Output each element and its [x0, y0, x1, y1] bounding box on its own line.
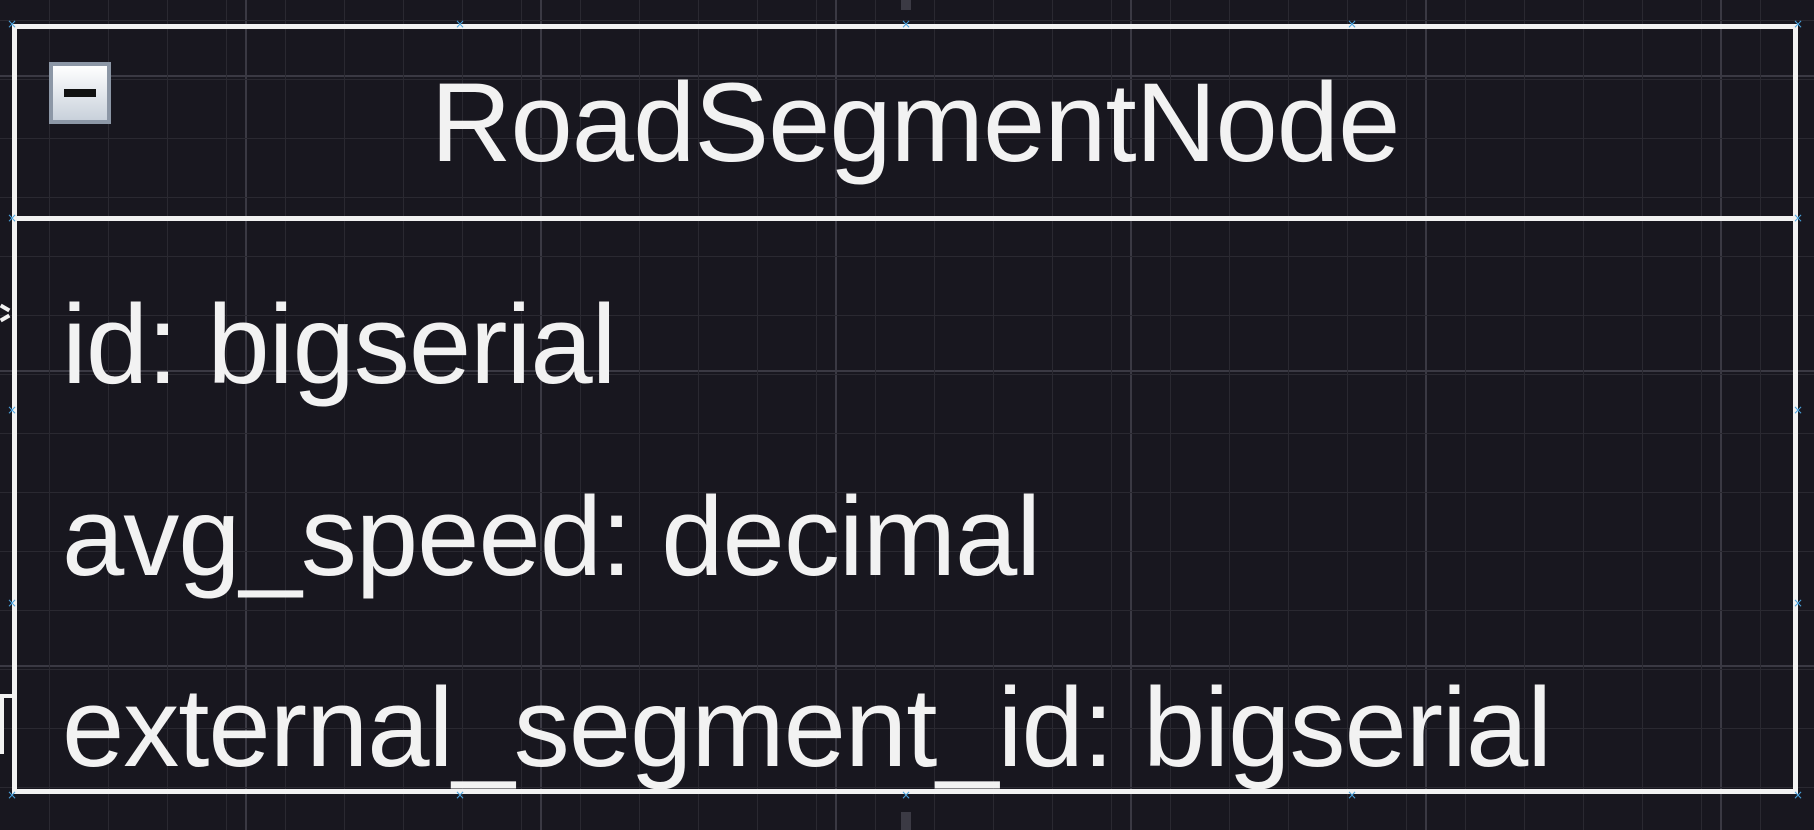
class-name[interactable]: RoadSegmentNode — [17, 67, 1793, 179]
resize-handle-icon[interactable]: × — [1793, 404, 1803, 416]
resize-handle-icon[interactable]: × — [1793, 789, 1803, 801]
attribute-row[interactable]: id: bigserial — [62, 289, 617, 401]
attribute-row[interactable]: avg_speed: decimal — [62, 481, 1041, 593]
connector-edge[interactable] — [0, 313, 11, 323]
resize-handle-icon[interactable]: × — [7, 404, 17, 416]
class-shape[interactable]: RoadSegmentNode id: bigserial avg_speed:… — [12, 24, 1798, 794]
resize-handle-icon[interactable]: × — [455, 789, 465, 801]
connection-point[interactable] — [901, 0, 911, 10]
connection-point[interactable] — [901, 812, 911, 830]
resize-handle-icon[interactable]: × — [1347, 789, 1357, 801]
resize-handle-icon[interactable]: × — [7, 18, 17, 30]
resize-handle-icon[interactable]: × — [7, 789, 17, 801]
resize-handle-icon[interactable]: × — [1793, 212, 1803, 224]
class-header[interactable]: RoadSegmentNode — [17, 29, 1793, 221]
resize-handle-icon[interactable]: × — [455, 18, 465, 30]
resize-handle-icon[interactable]: × — [7, 212, 17, 224]
resize-handle-icon[interactable]: × — [901, 18, 911, 30]
attribute-row[interactable]: external_segment_id: bigserial — [62, 672, 1552, 784]
resize-handle-icon[interactable]: × — [1347, 18, 1357, 30]
resize-handle-icon[interactable]: × — [901, 789, 911, 801]
connector-edge[interactable] — [0, 694, 4, 754]
resize-handle-icon[interactable]: × — [1793, 597, 1803, 609]
resize-handle-icon[interactable]: × — [1793, 18, 1803, 30]
connector-edge[interactable] — [0, 303, 11, 313]
diagram-canvas[interactable]: RoadSegmentNode id: bigserial avg_speed:… — [0, 0, 1814, 830]
resize-handle-icon[interactable]: × — [7, 597, 17, 609]
